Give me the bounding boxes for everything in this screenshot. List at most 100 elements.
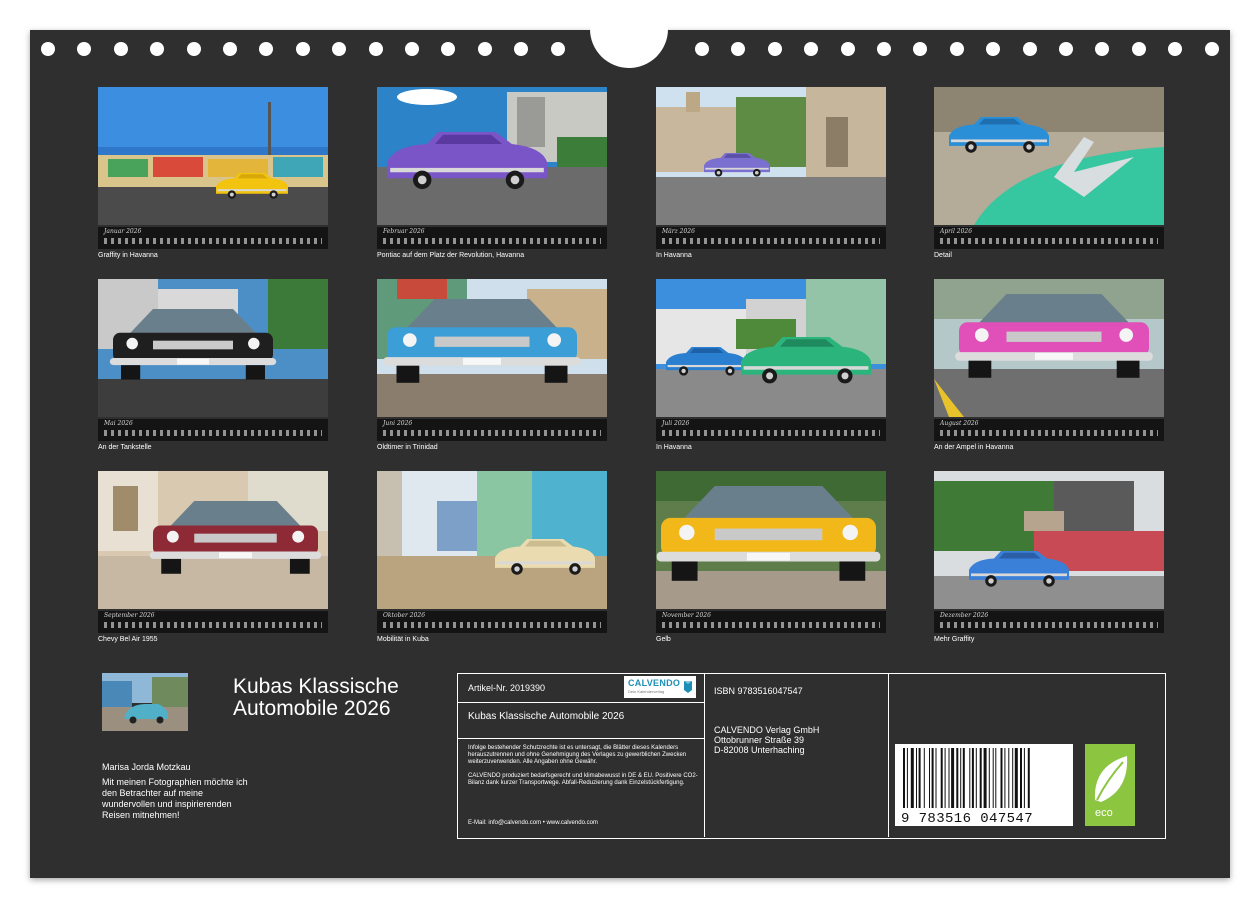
month-photo-image (934, 87, 1164, 225)
month-photo-image (934, 471, 1164, 609)
publisher-name: CALVENDO Verlag GmbH (714, 725, 820, 735)
article-row: Artikel-Nr. 2019390 CALVENDO Dein Kalend… (458, 674, 704, 703)
binding-hole (1059, 42, 1073, 56)
binding-hole (550, 42, 565, 56)
month-calendar-strip: Mai 2026 (98, 419, 328, 441)
eco-badge: eco (1085, 744, 1135, 826)
month-days-row (104, 238, 322, 244)
month-name: Juni 2026 (383, 420, 413, 427)
binding-hole (223, 42, 237, 56)
publisher-address: CALVENDO Verlag GmbH Ottobrunner Straße … (714, 725, 819, 755)
binding-hole (368, 42, 383, 56)
month-days-row (940, 430, 1158, 436)
month-photo (934, 279, 1164, 417)
month-caption: Detail (934, 252, 952, 259)
month-name: Dezember 2026 (940, 612, 989, 619)
month-days-row (940, 622, 1158, 628)
month-photo (656, 87, 886, 225)
calvendo-flag-icon (684, 681, 692, 693)
month-photo (656, 471, 886, 609)
month-photo-image (98, 87, 328, 225)
publisher-info-box: Artikel-Nr. 2019390 CALVENDO Dein Kalend… (457, 673, 1166, 839)
binding-hole (767, 42, 782, 56)
legal-climate: CALVENDO produziert bedarfsgerecht und k… (468, 773, 698, 786)
binding-hole (77, 42, 92, 56)
author-description: Mit meinen Fotographien möchte ich den B… (102, 777, 248, 820)
binding-hole (731, 42, 746, 56)
binding-hole (259, 42, 274, 56)
month-days-row (383, 622, 601, 628)
month-caption: Gelb (656, 636, 671, 643)
month-photo (934, 471, 1164, 609)
cover-thumbnail (102, 673, 188, 731)
binding-hole (695, 42, 709, 56)
month-days-row (662, 238, 880, 244)
binding-hole (113, 42, 128, 56)
calendar-title-line1: Kubas Klassische (233, 675, 399, 698)
month-photo-image (377, 471, 607, 609)
barcode-number: 9 783516 047547 (901, 811, 1034, 827)
author-block: Marisa Jorda Motzkau Mit meinen Fotograp… (102, 762, 252, 825)
month-photo (98, 87, 328, 225)
info-column-publisher: ISBN 9783516047547 CALVENDO Verlag GmbH … (704, 674, 889, 837)
binding-hole (840, 42, 855, 56)
binding-hole (441, 42, 456, 56)
binding-hole (949, 42, 964, 56)
month-days-row (383, 430, 601, 436)
publisher-city: D-82008 Unterhaching (714, 745, 805, 755)
binding-hole (913, 42, 928, 56)
eco-label: eco (1095, 807, 1113, 819)
month-calendar-strip: Dezember 2026 (934, 611, 1164, 633)
calendar-title-line2: Automobile 2026 (233, 697, 391, 720)
article-number: Artikel-Nr. 2019390 (468, 683, 546, 693)
month-calendar-strip: Februar 2026 (377, 227, 607, 249)
isbn: ISBN 9783516047547 (714, 686, 803, 696)
month-photo-image (656, 87, 886, 225)
binding-hole (405, 42, 419, 56)
month-photo-image (656, 279, 886, 417)
month-caption: Graffity in Havanna (98, 252, 158, 259)
binding-hole (877, 42, 891, 56)
month-days-row (940, 238, 1158, 244)
month-caption: Oldtimer in Trinidad (377, 444, 438, 451)
month-caption: Chevy Bel Air 1955 (98, 636, 158, 643)
month-photo (98, 279, 328, 417)
calvendo-logo-tagline: Dein Kalenderverlag (628, 689, 665, 694)
month-calendar-strip: Oktober 2026 (377, 611, 607, 633)
author-name: Marisa Jorda Motzkau (102, 762, 191, 772)
month-photo-image (98, 471, 328, 609)
month-photo (656, 279, 886, 417)
month-name: März 2026 (662, 228, 695, 235)
legal-copyright: Infolge bestehender Schutzrechte ist es … (468, 745, 687, 765)
month-photo-image (934, 279, 1164, 417)
month-calendar-strip: März 2026 (656, 227, 886, 249)
calendar-title: Kubas Klassische Automobile 2026 (233, 676, 399, 720)
binding-hole (1022, 42, 1037, 56)
month-caption: Pontiac auf dem Platz der Revolution, Ha… (377, 252, 525, 259)
month-name: August 2026 (940, 420, 979, 427)
binding-hole (150, 42, 165, 56)
month-photo-image (656, 471, 886, 609)
month-calendar-strip: Juli 2026 (656, 419, 886, 441)
binding-hole (41, 42, 55, 56)
month-days-row (662, 622, 880, 628)
calendar-back-page: Januar 2026 Graffity in Havanna Februar … (30, 18, 1230, 878)
binding-hole (986, 42, 1001, 56)
legal-notice: Infolge bestehender Schutzrechte ist es … (468, 745, 700, 794)
month-calendar-strip: September 2026 (98, 611, 328, 633)
month-name: Oktober 2026 (383, 612, 426, 619)
month-name: April 2026 (940, 228, 973, 235)
month-caption: Mobilität in Kuba (377, 636, 429, 643)
month-calendar-strip: November 2026 (656, 611, 886, 633)
month-name: Januar 2026 (104, 228, 142, 235)
month-name: November 2026 (662, 612, 711, 619)
month-photo (98, 471, 328, 609)
month-photo-image (377, 87, 607, 225)
month-name: September 2026 (104, 612, 155, 619)
month-name: Mai 2026 (104, 420, 133, 427)
month-photo (377, 87, 607, 225)
month-calendar-strip: Januar 2026 (98, 227, 328, 249)
calvendo-logo: CALVENDO Dein Kalenderverlag (624, 676, 696, 698)
month-photo-image (377, 279, 607, 417)
month-caption: Mehr Graffity (934, 636, 975, 643)
